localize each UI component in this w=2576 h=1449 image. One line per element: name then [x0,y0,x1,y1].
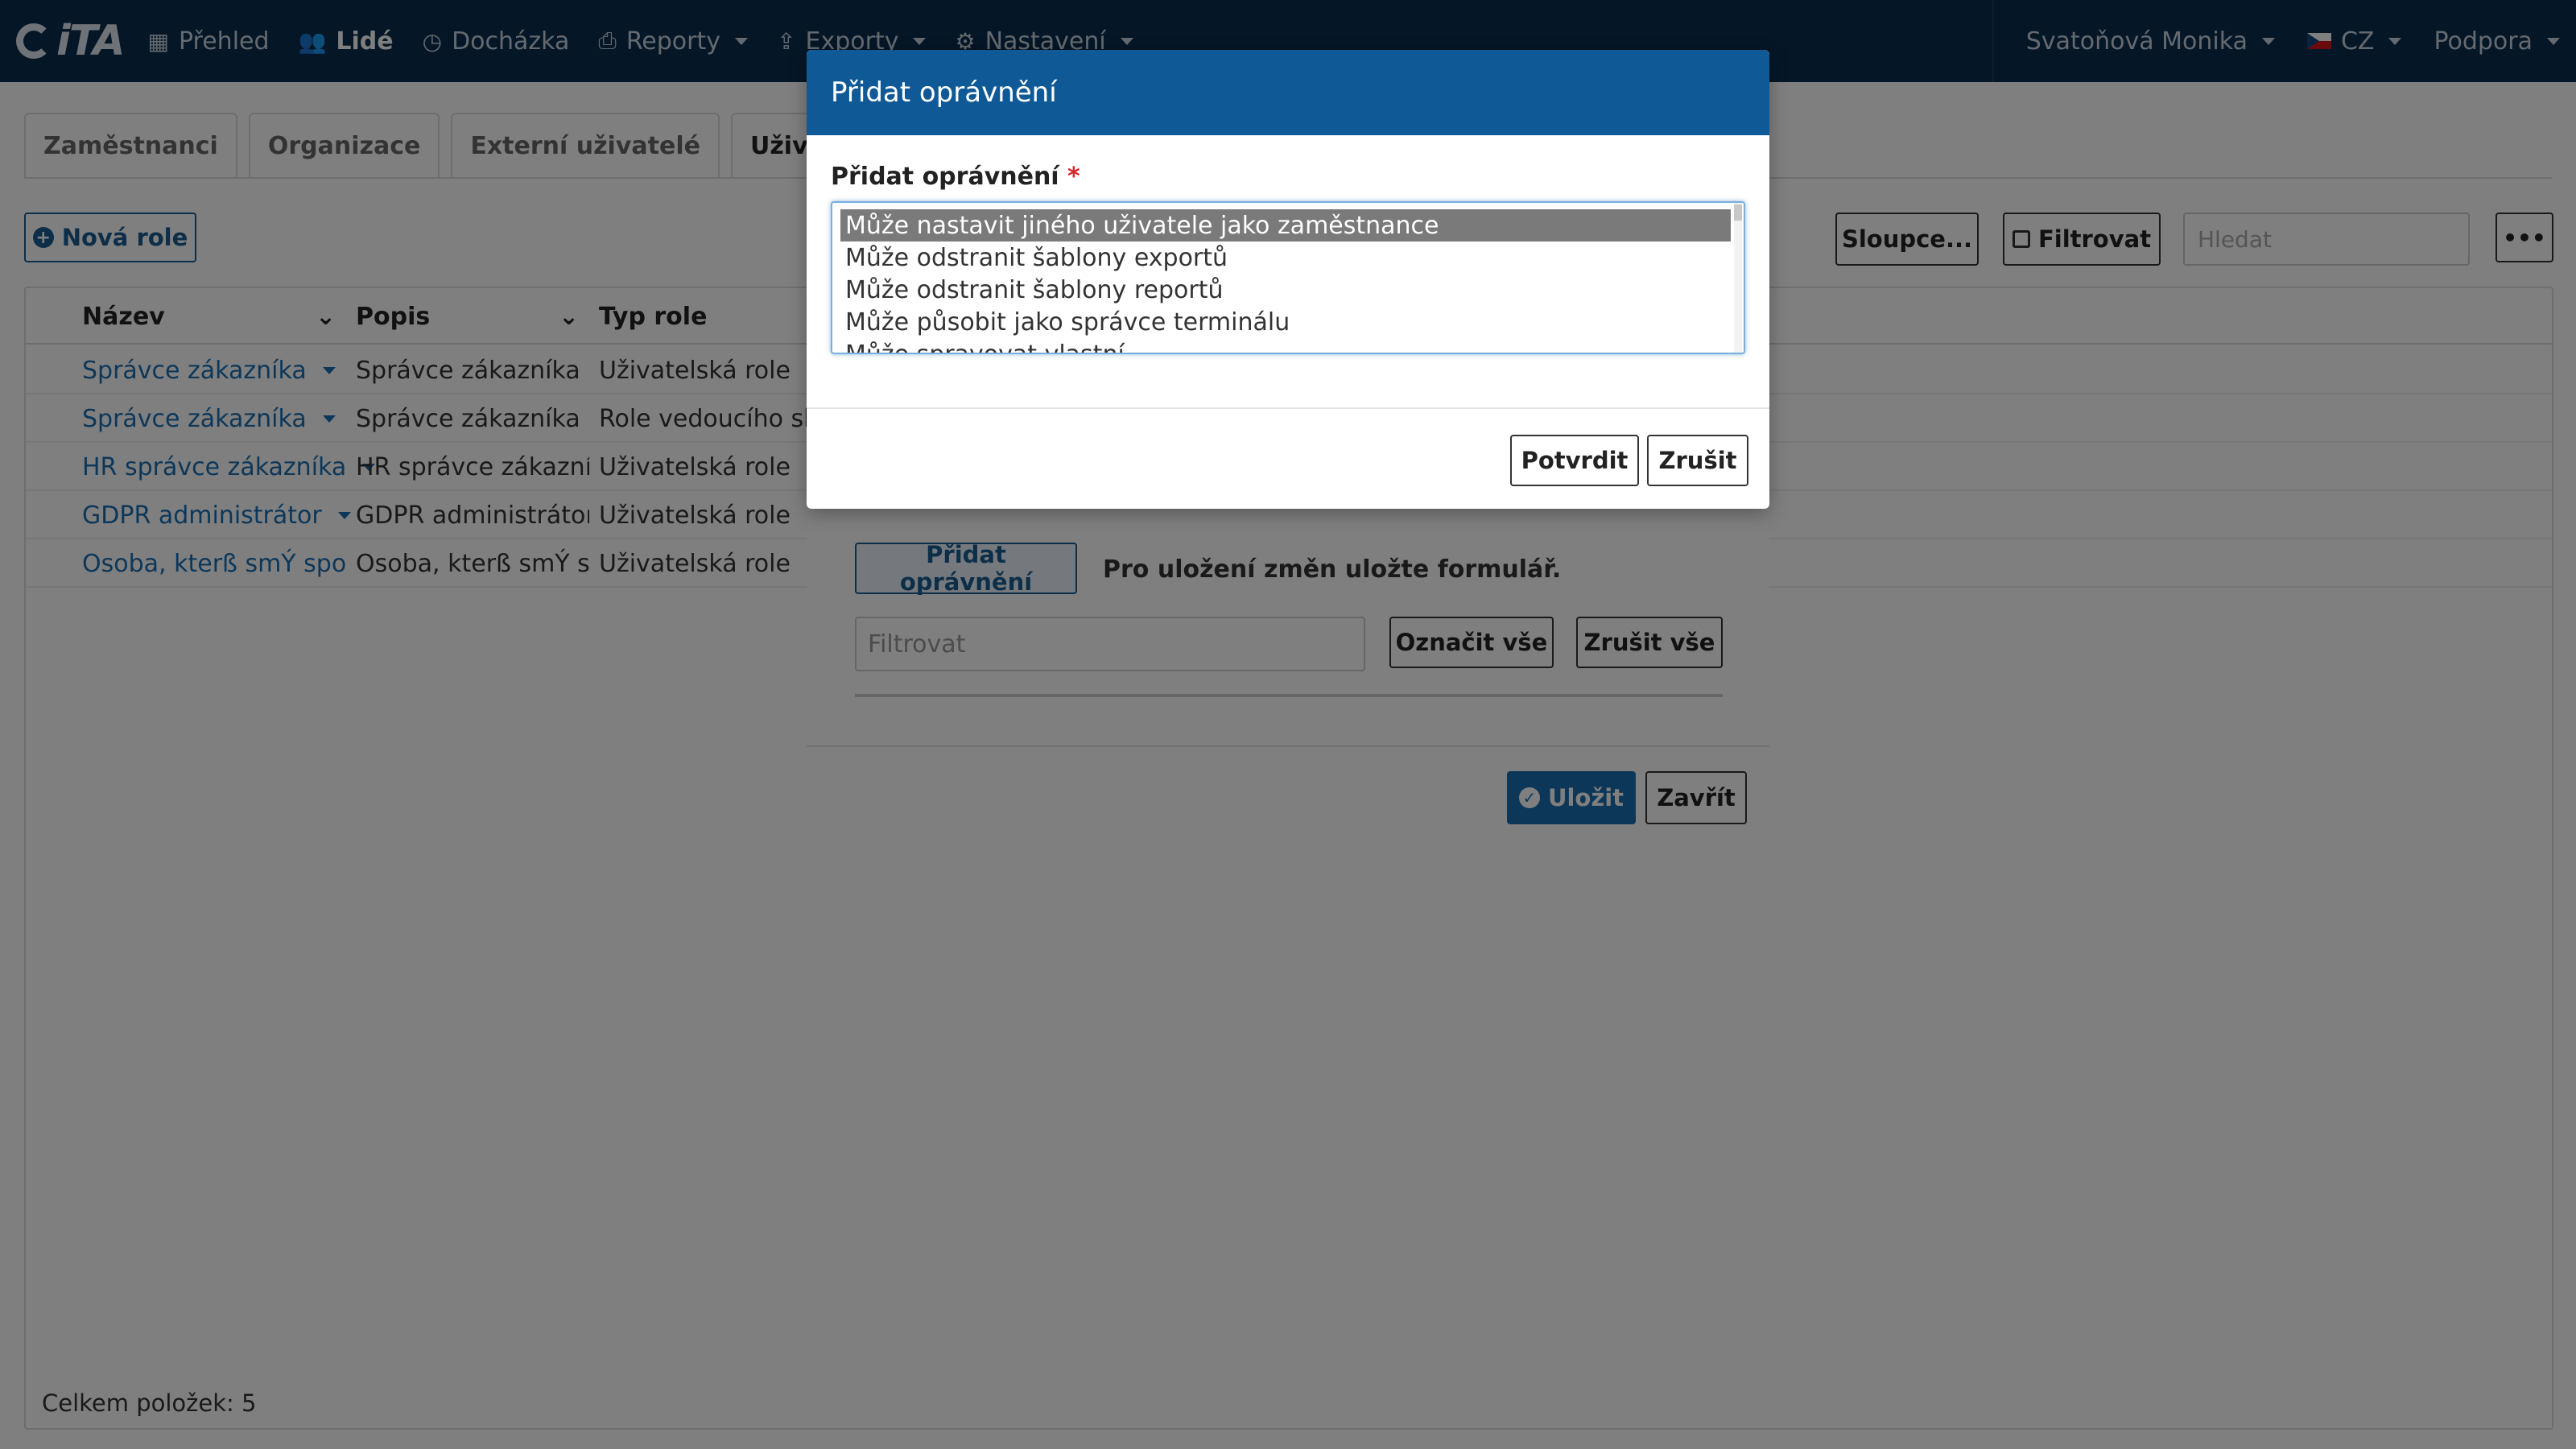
modal-title: Přidat oprávnění [831,76,1057,109]
permission-listbox[interactable]: Může nastavit jiného uživatele jako zamě… [831,201,1745,354]
confirm-button[interactable]: Potvrdit [1510,435,1639,486]
modal-footer-divider [807,407,1769,409]
permission-option[interactable]: Může spravovat vlastní [840,338,1731,353]
permission-option[interactable]: Může působit jako správce terminálu [840,306,1731,338]
add-permission-modal: Přidat oprávnění Přidat oprávnění * Může… [807,50,1769,509]
permission-option[interactable]: Může odstranit šablony exportů [840,242,1731,274]
listbox-scrollbar[interactable] [1734,203,1742,353]
required-marker: * [1067,163,1080,191]
listbox-scroll-thumb[interactable] [1734,204,1742,221]
field-label-text: Přidat oprávnění [831,163,1059,191]
permission-option[interactable]: Může nastavit jiného uživatele jako zamě… [840,209,1731,242]
modal-header: Přidat oprávnění [807,50,1769,135]
permission-field-label: Přidat oprávnění * [831,163,1080,191]
cancel-button[interactable]: Zrušit [1647,435,1748,486]
permission-option[interactable]: Může odstranit šablony reportů [840,274,1731,306]
